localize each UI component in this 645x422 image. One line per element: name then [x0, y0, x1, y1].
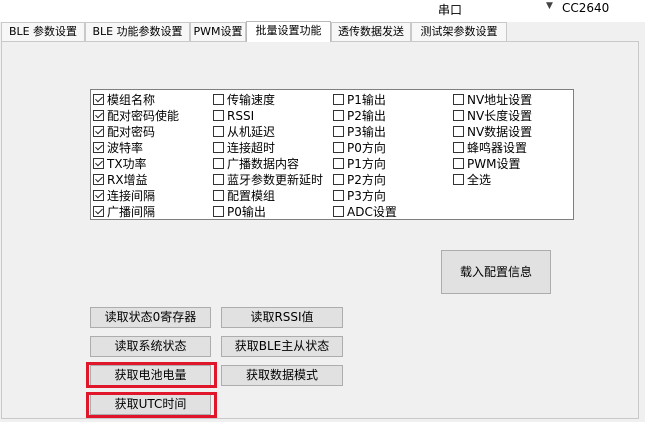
checkbox-box[interactable] [93, 110, 104, 121]
checkbox-pwm-settings[interactable]: PWM设置 [453, 156, 520, 171]
read-rssi-button[interactable]: 读取RSSI值 [221, 307, 343, 328]
checkbox-box[interactable] [93, 94, 104, 105]
serial-port-value: CC2640 [562, 1, 610, 15]
checkbox-p3-output[interactable]: P3输出 [333, 124, 386, 139]
checkbox-p1-direction[interactable]: P1方向 [333, 156, 386, 171]
highlight-box-battery [86, 362, 217, 388]
chevron-down-icon[interactable]: ▼ [546, 1, 553, 11]
checkbox-box[interactable] [213, 190, 224, 201]
top-bar: 串口 ▼ CC2640 [0, 0, 645, 22]
checkbox-p1-output[interactable]: P1输出 [333, 92, 386, 107]
checkbox-box[interactable] [213, 94, 224, 105]
tab-test-fixture-params[interactable]: 测试架参数设置 [411, 22, 507, 41]
checkbox-select-all[interactable]: 全选 [453, 172, 491, 187]
checkbox-pairing-enable[interactable]: 配对密码使能 [93, 108, 179, 123]
checkbox-box[interactable] [453, 174, 464, 185]
tab-ble-function-params[interactable]: BLE 功能参数设置 [85, 22, 190, 41]
checkbox-box[interactable] [93, 206, 104, 217]
checkbox-nv-data[interactable]: NV数据设置 [453, 124, 532, 139]
checkbox-p0-output[interactable]: P0输出 [213, 204, 266, 219]
checkbox-buzzer[interactable]: 蜂鸣器设置 [453, 140, 527, 155]
tab-passthrough-send[interactable]: 透传数据发送 [331, 22, 411, 41]
checkbox-box[interactable] [93, 142, 104, 153]
checkbox-box[interactable] [333, 174, 344, 185]
highlight-box-utc-time [86, 392, 217, 418]
checkbox-rssi[interactable]: RSSI [213, 108, 254, 123]
checkbox-box[interactable] [93, 190, 104, 201]
checkbox-box[interactable] [333, 190, 344, 201]
checkbox-ble-param-update-delay[interactable]: 蓝牙参数更新延时 [213, 172, 323, 187]
checkbox-box[interactable] [213, 142, 224, 153]
checkbox-nv-address[interactable]: NV地址设置 [453, 92, 532, 107]
checkbox-box[interactable] [213, 158, 224, 169]
checkbox-nv-length[interactable]: NV长度设置 [453, 108, 532, 123]
checkbox-box[interactable] [93, 126, 104, 137]
checkbox-box[interactable] [453, 94, 464, 105]
checkbox-box[interactable] [333, 142, 344, 153]
checkbox-rx-gain[interactable]: RX增益 [93, 172, 148, 187]
checkbox-box[interactable] [213, 174, 224, 185]
load-config-button[interactable]: 载入配置信息 [441, 250, 551, 294]
get-data-mode-button[interactable]: 获取数据模式 [221, 365, 343, 386]
checkbox-connection-interval[interactable]: 连接间隔 [93, 188, 155, 203]
checkbox-baud-rate[interactable]: 波特率 [93, 140, 143, 155]
checkbox-box[interactable] [213, 126, 224, 137]
checkbox-adv-interval[interactable]: 广播间隔 [93, 204, 155, 219]
read-status0-register-button[interactable]: 读取状态0寄存器 [90, 307, 211, 328]
checkbox-module-name[interactable]: 模组名称 [93, 92, 155, 107]
tab-bar: BLE 参数设置 BLE 功能参数设置 PWM设置 批量设置功能 透传数据发送 … [0, 21, 645, 42]
checkbox-adv-data[interactable]: 广播数据内容 [213, 156, 299, 171]
checkbox-box[interactable] [453, 110, 464, 121]
checkbox-box[interactable] [453, 126, 464, 137]
checkbox-box[interactable] [333, 158, 344, 169]
checkbox-box[interactable] [93, 158, 104, 169]
checkbox-p3-direction[interactable]: P3方向 [333, 188, 386, 203]
checkbox-box[interactable] [213, 206, 224, 217]
batch-options-group: 模组名称 配对密码使能 配对密码 波特率 TX功率 RX增益 连接间隔 广播间隔… [90, 89, 574, 220]
read-system-status-button[interactable]: 读取系统状态 [90, 336, 211, 357]
checkbox-box[interactable] [333, 110, 344, 121]
checkbox-p2-direction[interactable]: P2方向 [333, 172, 386, 187]
checkbox-box[interactable] [333, 126, 344, 137]
tab-ble-params[interactable]: BLE 参数设置 [1, 22, 85, 41]
tab-pwm[interactable]: PWM设置 [190, 22, 246, 41]
get-ble-role-status-button[interactable]: 获取BLE主从状态 [221, 336, 343, 357]
checkbox-box[interactable] [93, 174, 104, 185]
checkbox-box[interactable] [453, 158, 464, 169]
checkbox-tx-power[interactable]: TX功率 [93, 156, 147, 171]
serial-port-select[interactable]: ▼ CC2640 [532, 0, 645, 17]
checkbox-transfer-speed[interactable]: 传输速度 [213, 92, 275, 107]
tab-batch-settings[interactable]: 批量设置功能 [246, 21, 331, 42]
checkbox-box[interactable] [333, 206, 344, 217]
checkbox-box[interactable] [213, 110, 224, 121]
checkbox-connection-timeout[interactable]: 连接超时 [213, 140, 275, 155]
serial-port-label: 串口 [438, 3, 463, 17]
checkbox-adc-settings[interactable]: ADC设置 [333, 204, 397, 219]
checkbox-p2-output[interactable]: P2输出 [333, 108, 386, 123]
checkbox-config-module[interactable]: 配置模组 [213, 188, 275, 203]
checkbox-pairing-code[interactable]: 配对密码 [93, 124, 155, 139]
checkbox-box[interactable] [453, 142, 464, 153]
checkbox-slave-latency[interactable]: 从机延迟 [213, 124, 275, 139]
checkbox-p0-direction[interactable]: P0方向 [333, 140, 386, 155]
checkbox-box[interactable] [333, 94, 344, 105]
